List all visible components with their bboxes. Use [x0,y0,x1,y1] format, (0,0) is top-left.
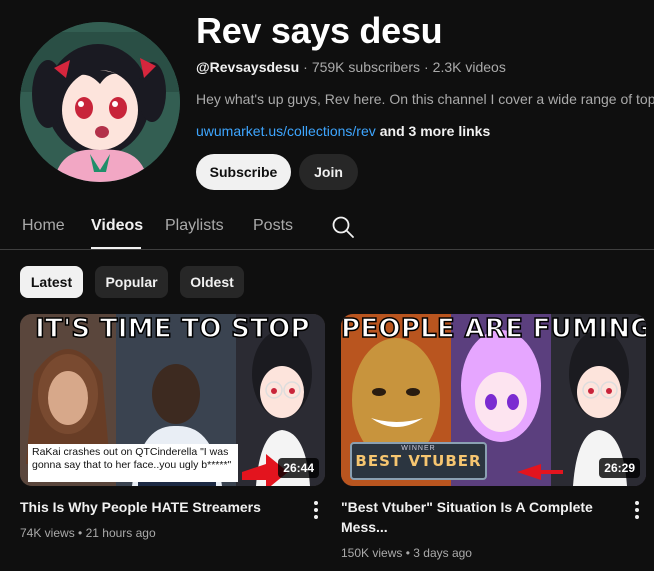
tab-playlists[interactable]: Playlists [165,217,224,235]
view-count: 150K views [341,546,403,560]
upload-age: 21 hours ago [85,526,156,540]
filter-latest[interactable]: Latest [20,266,83,298]
more-vert-icon[interactable] [629,498,645,522]
subscriber-count: 759K subscribers [311,59,420,75]
meta-separator: · [303,59,308,75]
video-thumbnail[interactable]: IT'S TIME TO STOP RaKai crashes out on Q… [20,314,325,486]
channel-meta: @Revsaysdesu · 759K subscribers · 2.3K video… [196,59,506,75]
upload-age: 3 days ago [413,546,472,560]
filter-oldest[interactable]: Oldest [180,266,244,298]
view-count: 74K views [20,526,75,540]
tab-posts[interactable]: Posts [253,217,293,235]
meta-separator: • [405,546,410,560]
badge-label: WINNER [401,445,436,452]
channel-name: Rev says desu [196,10,443,51]
avatar-image [20,22,180,182]
tab-home[interactable]: Home [22,217,65,235]
video-meta: 150K views • 3 days ago [341,546,472,560]
channel-tabs: Home Videos Playlists Posts [0,204,654,250]
more-links[interactable]: and 3 more links [380,123,490,139]
channel-avatar [20,22,180,182]
video-thumbnail[interactable]: PEOPLE ARE FUMING WINNER BEST VTUBER 26:… [341,314,646,486]
video-duration: 26:44 [278,458,319,478]
video-duration: 26:29 [599,458,640,478]
channel-handle: @Revsaysdesu [196,59,300,75]
channel-links: uwumarket.us/collections/rev and 3 more l… [196,123,490,139]
channel-link[interactable]: uwumarket.us/collections/rev [196,123,376,139]
search-icon[interactable] [331,215,355,239]
subscribe-button[interactable]: Subscribe [196,154,291,190]
video-count: 2.3K videos [432,59,506,75]
filter-popular[interactable]: Popular [95,266,168,298]
video-title[interactable]: "Best Vtuber" Situation Is A Complete Me… [341,497,611,537]
video-title[interactable]: This Is Why People HATE Streamers [20,497,290,517]
thumbnail-badge: WINNER BEST VTUBER [350,442,487,480]
active-tab-indicator [91,247,141,249]
more-vert-icon[interactable] [308,498,324,522]
video-meta: 74K views • 21 hours ago [20,526,156,540]
join-button[interactable]: Join [299,154,358,190]
meta-separator: • [78,526,83,540]
thumbnail-caption: RaKai crashes out on QTCinderella "I was… [28,444,238,482]
tab-videos[interactable]: Videos [91,217,143,235]
badge-text: BEST VTUBER [355,452,482,470]
thumbnail-overlay-text: IT'S TIME TO STOP [34,314,310,345]
channel-description[interactable]: Hey what's up guys, Rev here. On this ch… [196,91,654,107]
meta-separator: · [424,59,429,75]
thumbnail-overlay-text: PEOPLE ARE FUMING [341,314,646,345]
